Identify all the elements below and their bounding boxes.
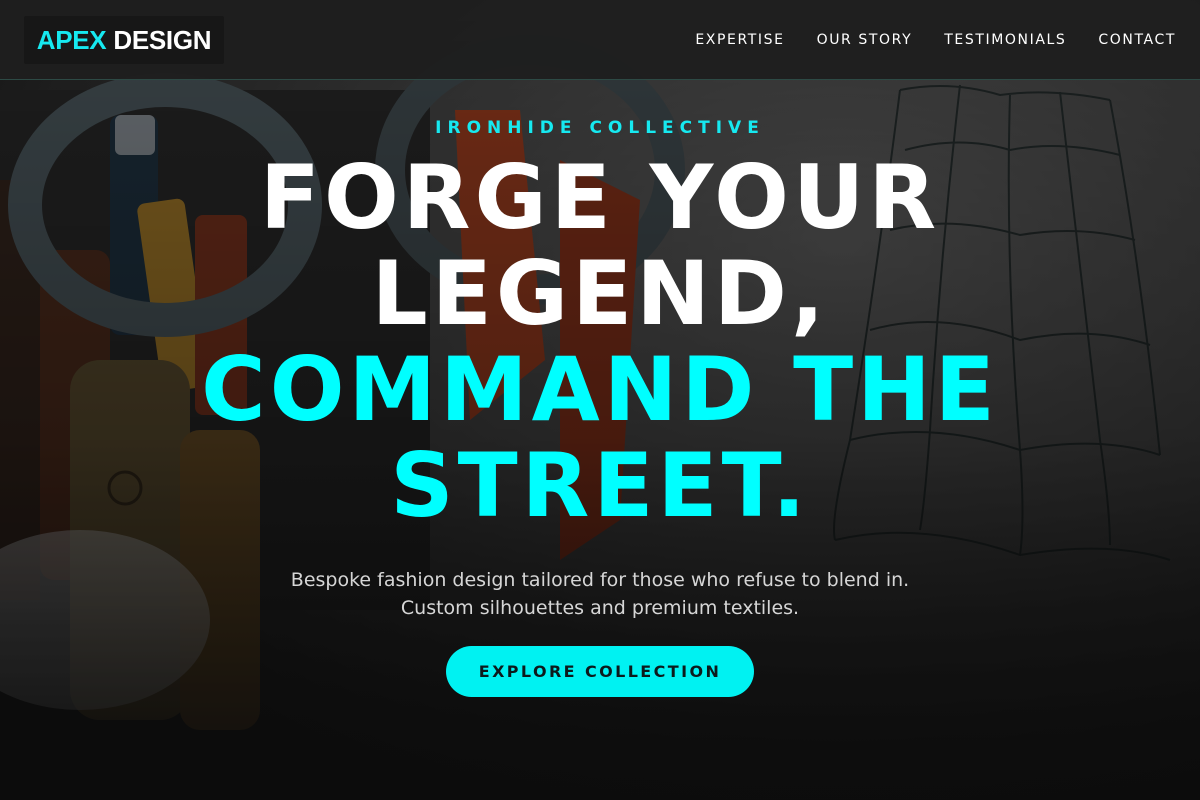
nav-link-our-story[interactable]: OUR STORY xyxy=(817,32,913,48)
brand-name-accent: APEX xyxy=(36,24,107,55)
nav-link-expertise[interactable]: EXPERTISE xyxy=(695,32,784,48)
hero-subtitle: Bespoke fashion design tailored for thos… xyxy=(0,566,1200,622)
hero-subtitle-line-1: Bespoke fashion design tailored for thos… xyxy=(290,569,910,591)
hero-subtitle-line-2: Custom silhouettes and premium textiles. xyxy=(400,597,800,619)
hero-headline: FORGE YOUR LEGEND, COMMAND THE STREET. xyxy=(0,150,1200,534)
brand-logo[interactable]: APEX DESIGN xyxy=(24,16,224,64)
nav-link-testimonials[interactable]: TESTIMONIALS xyxy=(944,32,1066,48)
site-header: APEX DESIGN EXPERTISE OUR STORY TESTIMON… xyxy=(0,0,1200,80)
hero-eyebrow: IRONHIDE COLLECTIVE xyxy=(435,118,765,138)
headline-line-3: COMMAND THE xyxy=(201,338,999,441)
headline-line-4: STREET. xyxy=(390,434,810,537)
explore-collection-button[interactable]: EXPLORE COLLECTION xyxy=(446,646,754,697)
hero-section: IRONHIDE COLLECTIVE FORGE YOUR LEGEND, C… xyxy=(0,80,1200,800)
main-nav: EXPERTISE OUR STORY TESTIMONIALS CONTACT xyxy=(663,0,1176,80)
headline-line-1: FORGE YOUR xyxy=(259,146,941,249)
brand-name-main: DESIGN xyxy=(113,24,212,55)
headline-line-2: LEGEND, xyxy=(371,242,829,345)
nav-link-contact[interactable]: CONTACT xyxy=(1098,32,1176,48)
